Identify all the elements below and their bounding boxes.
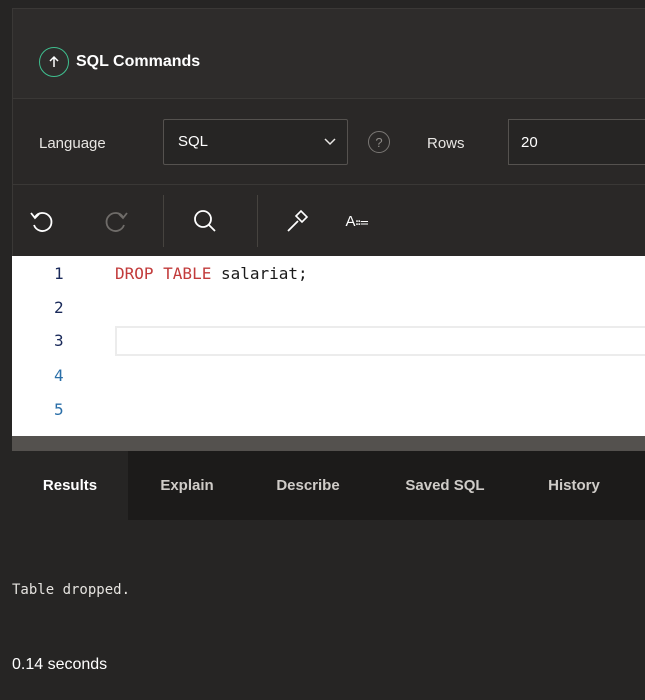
undo-button[interactable] [21, 203, 61, 239]
format-code-icon: A⩴ [345, 212, 369, 230]
tab-describe[interactable]: Describe [252, 451, 364, 520]
language-select-value: SQL [178, 133, 209, 150]
line-number: 5 [54, 400, 64, 419]
sql-text: salariat; [211, 264, 308, 283]
hammer-icon [287, 209, 309, 232]
page-header: SQL Commands [12, 8, 645, 99]
toolbar-divider [257, 195, 258, 247]
language-label: Language [39, 135, 106, 152]
current-line-highlight [115, 326, 645, 356]
results-panel: Table dropped. 0.14 seconds [12, 520, 645, 700]
editor-toolbar: A⩴ [12, 184, 645, 257]
redo-icon [105, 212, 128, 232]
line-number: 4 [54, 366, 64, 385]
elapsed-time: 0.14 seconds [12, 656, 108, 673]
code-line: DROP TABLE salariat; [115, 264, 308, 283]
line-number: 2 [54, 298, 64, 317]
rows-label: Rows [427, 135, 465, 152]
redo-button[interactable] [97, 203, 137, 239]
page-title: SQL Commands [76, 53, 201, 70]
format-button[interactable]: A⩴ [337, 203, 377, 239]
result-message: Table dropped. [12, 582, 131, 598]
line-number-gutter: 1 2 3 4 5 [12, 256, 92, 436]
code-editor[interactable]: 1 2 3 4 5 DROP TABLE salariat; [12, 256, 645, 436]
toolbar-divider [163, 195, 164, 247]
tab-explain[interactable]: Explain [136, 451, 238, 520]
output-tabs: Results Explain Describe Saved SQL Histo… [12, 451, 645, 520]
line-number: 3 [54, 331, 64, 350]
query-builder-button[interactable] [277, 203, 317, 239]
undo-icon [30, 212, 53, 232]
language-select[interactable]: SQL [163, 119, 348, 165]
tab-history[interactable]: History [524, 451, 624, 520]
sql-keyword: DROP TABLE [115, 264, 212, 283]
tab-saved-sql[interactable]: Saved SQL [384, 451, 506, 520]
chevron-down-icon [323, 134, 337, 153]
rows-input[interactable] [508, 119, 645, 165]
editor-resize-handle[interactable] [12, 436, 645, 451]
line-number: 1 [54, 264, 64, 283]
options-bar: Language SQL ? Rows [12, 98, 645, 185]
search-icon [194, 210, 216, 232]
tab-results[interactable]: Results [12, 451, 128, 520]
sql-commands-app: SQL Commands Language SQL ? Rows 20 A⩴ 1… [0, 0, 645, 700]
find-button[interactable] [185, 203, 225, 239]
help-icon[interactable]: ? [368, 131, 390, 153]
arrow-up-circle-icon[interactable] [39, 47, 69, 77]
